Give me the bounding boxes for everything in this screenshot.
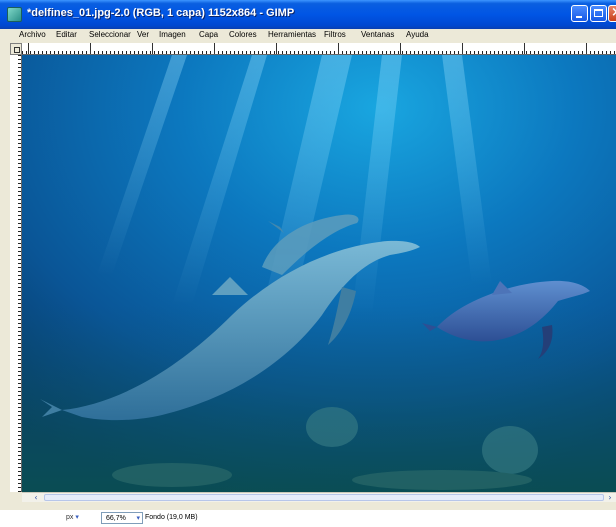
chevron-down-icon: ▾ — [75, 514, 79, 521]
ruler-major-tick — [400, 43, 401, 54]
ruler-major-tick — [90, 43, 91, 54]
scroll-thumb[interactable] — [44, 494, 604, 501]
menu-archivo[interactable]: Archivo — [19, 30, 46, 39]
chevron-down-icon: ▾ — [136, 514, 140, 522]
menu-herramientas[interactable]: Herramientas — [268, 30, 316, 39]
menu-capa[interactable]: Capa — [199, 30, 218, 39]
quick-mask-toggle[interactable] — [10, 43, 22, 55]
ruler-major-tick — [462, 43, 463, 54]
menu-seleccionar[interactable]: Seleccionar — [89, 30, 131, 39]
unit-value: px — [66, 514, 74, 521]
minimize-button[interactable] — [571, 5, 588, 22]
layer-info: Fondo (19,0 MB) — [145, 514, 198, 521]
maximize-button[interactable] — [590, 5, 607, 22]
menu-imagen[interactable]: Imagen — [159, 30, 186, 39]
unit-select[interactable]: px ▾ — [66, 512, 94, 524]
ruler-major-tick — [214, 43, 215, 54]
ruler-major-tick — [586, 43, 587, 54]
zoom-value: 66,7% — [106, 515, 126, 522]
scroll-left-icon[interactable]: ‹ — [30, 493, 42, 502]
menu-ver[interactable]: Ver — [137, 30, 149, 39]
close-button[interactable]: × — [608, 5, 616, 22]
close-icon: × — [611, 5, 616, 20]
horizontal-scrollbar[interactable]: ‹ › — [22, 492, 616, 502]
gimp-icon — [7, 7, 22, 22]
menu-ventanas[interactable]: Ventanas — [361, 30, 394, 39]
menu-ayuda[interactable]: Ayuda — [406, 30, 429, 39]
minimize-icon — [576, 16, 582, 18]
ruler-major-tick — [28, 43, 29, 54]
maximize-icon — [594, 9, 603, 17]
scroll-right-icon[interactable]: › — [604, 493, 616, 502]
gimp-window: *delfines_01.jpg-2.0 (RGB, 1 capa) 1152x… — [0, 0, 616, 510]
horizontal-ruler[interactable] — [22, 43, 616, 55]
vertical-ruler[interactable] — [10, 55, 22, 492]
ruler-major-tick — [338, 43, 339, 54]
ruler-major-tick — [524, 43, 525, 54]
menu-editar[interactable]: Editar — [56, 30, 77, 39]
ruler-major-tick — [276, 43, 277, 54]
menu-filtros[interactable]: Filtros — [324, 30, 346, 39]
zoom-select[interactable]: 66,7% ▾ — [101, 512, 143, 524]
menu-bar: Archivo Editar Seleccionar Ver Imagen Ca… — [0, 29, 616, 43]
title-bar[interactable]: *delfines_01.jpg-2.0 (RGB, 1 capa) 1152x… — [0, 0, 616, 29]
navigation-corner[interactable] — [10, 492, 22, 502]
menu-colores[interactable]: Colores — [229, 30, 257, 39]
image-canvas[interactable] — [22, 55, 616, 492]
ruler-major-tick — [152, 43, 153, 54]
window-title: *delfines_01.jpg-2.0 (RGB, 1 capa) 1152x… — [27, 7, 295, 19]
